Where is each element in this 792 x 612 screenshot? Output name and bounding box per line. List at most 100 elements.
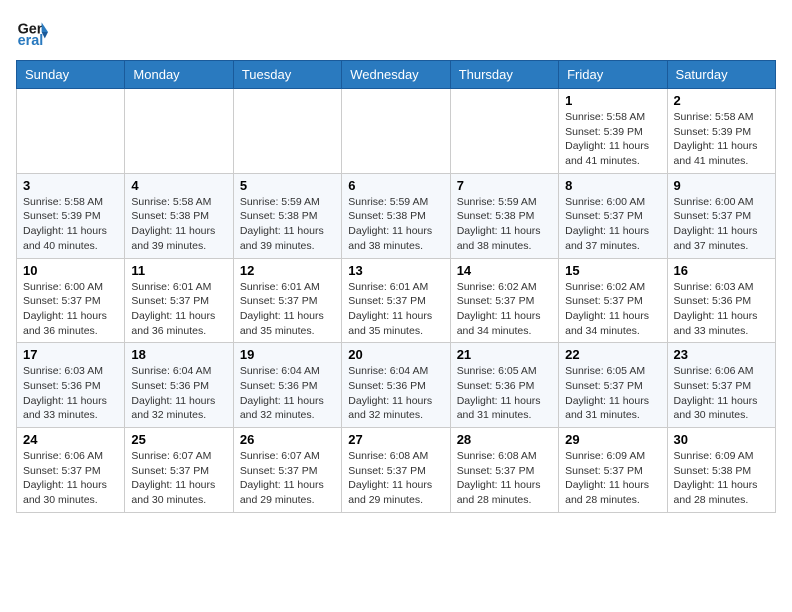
calendar-cell: 12 Sunrise: 6:01 AM Sunset: 5:37 PM Dayli…	[233, 258, 341, 343]
calendar-cell: 23 Sunrise: 6:06 AM Sunset: 5:37 PM Dayli…	[667, 343, 775, 428]
calendar-cell	[233, 89, 341, 174]
day-number: 18	[131, 347, 226, 362]
calendar-cell: 19 Sunrise: 6:04 AM Sunset: 5:36 PM Dayli…	[233, 343, 341, 428]
day-info: Sunrise: 5:59 AM Sunset: 5:38 PM Dayligh…	[457, 195, 552, 254]
calendar-cell: 4 Sunrise: 5:58 AM Sunset: 5:38 PM Daylig…	[125, 173, 233, 258]
day-info: Sunrise: 6:01 AM Sunset: 5:37 PM Dayligh…	[240, 280, 335, 339]
calendar-cell: 6 Sunrise: 5:59 AM Sunset: 5:38 PM Daylig…	[342, 173, 450, 258]
day-number: 21	[457, 347, 552, 362]
calendar: SundayMondayTuesdayWednesdayThursdayFrid…	[16, 60, 776, 513]
day-number: 17	[23, 347, 118, 362]
day-info: Sunrise: 6:04 AM Sunset: 5:36 PM Dayligh…	[348, 364, 443, 423]
day-info: Sunrise: 5:59 AM Sunset: 5:38 PM Dayligh…	[348, 195, 443, 254]
calendar-cell: 24Sunrise: 6:06 AM Sunset: 5:37 PM Dayli…	[17, 428, 125, 513]
calendar-week-row: 10Sunrise: 6:00 AM Sunset: 5:37 PM Dayli…	[17, 258, 776, 343]
calendar-header-row: SundayMondayTuesdayWednesdayThursdayFrid…	[17, 61, 776, 89]
calendar-header-monday: Monday	[125, 61, 233, 89]
day-number: 28	[457, 432, 552, 447]
calendar-cell: 27 Sunrise: 6:08 AM Sunset: 5:37 PM Dayli…	[342, 428, 450, 513]
calendar-week-row: 1 Sunrise: 5:58 AM Sunset: 5:39 PM Daylig…	[17, 89, 776, 174]
day-info: Sunrise: 5:58 AM Sunset: 5:39 PM Dayligh…	[565, 110, 660, 169]
calendar-cell: 13 Sunrise: 6:01 AM Sunset: 5:37 PM Dayli…	[342, 258, 450, 343]
day-number: 22	[565, 347, 660, 362]
day-info: Sunrise: 6:08 AM Sunset: 5:37 PM Dayligh…	[457, 449, 552, 508]
day-number: 6	[348, 178, 443, 193]
calendar-cell: 17Sunrise: 6:03 AM Sunset: 5:36 PM Dayli…	[17, 343, 125, 428]
calendar-cell: 16 Sunrise: 6:03 AM Sunset: 5:36 PM Dayli…	[667, 258, 775, 343]
calendar-header-thursday: Thursday	[450, 61, 558, 89]
calendar-cell: 29 Sunrise: 6:09 AM Sunset: 5:37 PM Dayli…	[559, 428, 667, 513]
day-info: Sunrise: 6:02 AM Sunset: 5:37 PM Dayligh…	[565, 280, 660, 339]
calendar-cell	[450, 89, 558, 174]
day-number: 7	[457, 178, 552, 193]
day-number: 4	[131, 178, 226, 193]
day-number: 2	[674, 93, 769, 108]
day-info: Sunrise: 6:00 AM Sunset: 5:37 PM Dayligh…	[674, 195, 769, 254]
page-header: Gen eral	[16, 16, 776, 48]
calendar-cell: 22 Sunrise: 6:05 AM Sunset: 5:37 PM Dayli…	[559, 343, 667, 428]
logo: Gen eral	[16, 16, 52, 48]
day-number: 11	[131, 263, 226, 278]
day-number: 9	[674, 178, 769, 193]
day-number: 23	[674, 347, 769, 362]
day-info: Sunrise: 5:58 AM Sunset: 5:38 PM Dayligh…	[131, 195, 226, 254]
day-number: 12	[240, 263, 335, 278]
calendar-cell: 21 Sunrise: 6:05 AM Sunset: 5:36 PM Dayli…	[450, 343, 558, 428]
day-number: 29	[565, 432, 660, 447]
day-info: Sunrise: 6:05 AM Sunset: 5:36 PM Dayligh…	[457, 364, 552, 423]
day-info: Sunrise: 6:07 AM Sunset: 5:37 PM Dayligh…	[240, 449, 335, 508]
calendar-cell: 25 Sunrise: 6:07 AM Sunset: 5:37 PM Dayli…	[125, 428, 233, 513]
calendar-header-wednesday: Wednesday	[342, 61, 450, 89]
day-number: 5	[240, 178, 335, 193]
day-number: 27	[348, 432, 443, 447]
calendar-cell: 1 Sunrise: 5:58 AM Sunset: 5:39 PM Daylig…	[559, 89, 667, 174]
calendar-cell: 5Sunrise: 5:59 AM Sunset: 5:38 PM Daylig…	[233, 173, 341, 258]
calendar-cell: 26 Sunrise: 6:07 AM Sunset: 5:37 PM Dayli…	[233, 428, 341, 513]
day-info: Sunrise: 6:09 AM Sunset: 5:37 PM Dayligh…	[565, 449, 660, 508]
logo-icon: Gen eral	[16, 16, 48, 48]
day-info: Sunrise: 6:01 AM Sunset: 5:37 PM Dayligh…	[348, 280, 443, 339]
day-info: Sunrise: 6:07 AM Sunset: 5:37 PM Dayligh…	[131, 449, 226, 508]
day-number: 16	[674, 263, 769, 278]
calendar-cell: 14 Sunrise: 6:02 AM Sunset: 5:37 PM Dayli…	[450, 258, 558, 343]
day-number: 14	[457, 263, 552, 278]
day-number: 1	[565, 93, 660, 108]
day-info: Sunrise: 5:58 AM Sunset: 5:39 PM Dayligh…	[674, 110, 769, 169]
day-info: Sunrise: 5:58 AM Sunset: 5:39 PM Dayligh…	[23, 195, 118, 254]
calendar-cell	[17, 89, 125, 174]
day-info: Sunrise: 6:05 AM Sunset: 5:37 PM Dayligh…	[565, 364, 660, 423]
calendar-header-friday: Friday	[559, 61, 667, 89]
calendar-header-sunday: Sunday	[17, 61, 125, 89]
day-info: Sunrise: 6:09 AM Sunset: 5:38 PM Dayligh…	[674, 449, 769, 508]
calendar-cell: 10Sunrise: 6:00 AM Sunset: 5:37 PM Dayli…	[17, 258, 125, 343]
calendar-cell: 11 Sunrise: 6:01 AM Sunset: 5:37 PM Dayli…	[125, 258, 233, 343]
day-info: Sunrise: 6:01 AM Sunset: 5:37 PM Dayligh…	[131, 280, 226, 339]
day-number: 13	[348, 263, 443, 278]
calendar-cell: 7 Sunrise: 5:59 AM Sunset: 5:38 PM Daylig…	[450, 173, 558, 258]
calendar-week-row: 3 Sunrise: 5:58 AM Sunset: 5:39 PM Daylig…	[17, 173, 776, 258]
day-number: 25	[131, 432, 226, 447]
calendar-header-tuesday: Tuesday	[233, 61, 341, 89]
day-number: 26	[240, 432, 335, 447]
calendar-week-row: 17Sunrise: 6:03 AM Sunset: 5:36 PM Dayli…	[17, 343, 776, 428]
calendar-cell	[125, 89, 233, 174]
calendar-cell: 30Sunrise: 6:09 AM Sunset: 5:38 PM Dayli…	[667, 428, 775, 513]
calendar-cell: 8Sunrise: 6:00 AM Sunset: 5:37 PM Daylig…	[559, 173, 667, 258]
day-number: 19	[240, 347, 335, 362]
calendar-cell: 3 Sunrise: 5:58 AM Sunset: 5:39 PM Daylig…	[17, 173, 125, 258]
calendar-cell: 15 Sunrise: 6:02 AM Sunset: 5:37 PM Dayli…	[559, 258, 667, 343]
day-number: 15	[565, 263, 660, 278]
calendar-cell: 18 Sunrise: 6:04 AM Sunset: 5:36 PM Dayli…	[125, 343, 233, 428]
day-number: 3	[23, 178, 118, 193]
calendar-cell: 28 Sunrise: 6:08 AM Sunset: 5:37 PM Dayli…	[450, 428, 558, 513]
day-info: Sunrise: 6:06 AM Sunset: 5:37 PM Dayligh…	[674, 364, 769, 423]
day-info: Sunrise: 6:04 AM Sunset: 5:36 PM Dayligh…	[240, 364, 335, 423]
calendar-cell	[342, 89, 450, 174]
calendar-cell: 2 Sunrise: 5:58 AM Sunset: 5:39 PM Daylig…	[667, 89, 775, 174]
day-info: Sunrise: 6:03 AM Sunset: 5:36 PM Dayligh…	[674, 280, 769, 339]
day-number: 20	[348, 347, 443, 362]
day-info: Sunrise: 6:06 AM Sunset: 5:37 PM Dayligh…	[23, 449, 118, 508]
day-info: Sunrise: 6:04 AM Sunset: 5:36 PM Dayligh…	[131, 364, 226, 423]
day-info: Sunrise: 6:02 AM Sunset: 5:37 PM Dayligh…	[457, 280, 552, 339]
day-info: Sunrise: 6:08 AM Sunset: 5:37 PM Dayligh…	[348, 449, 443, 508]
